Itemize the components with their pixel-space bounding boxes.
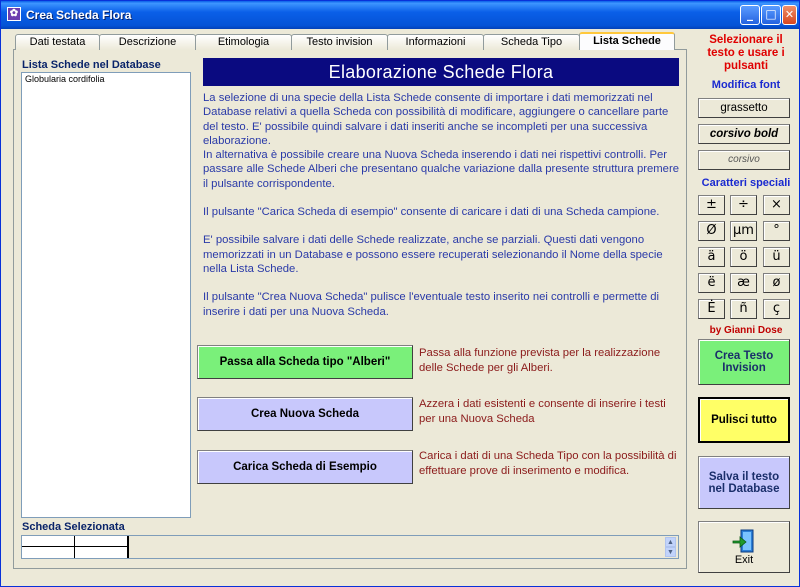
- grid-cell[interactable]: [22, 536, 75, 558]
- char-button-divide[interactable]: ÷: [730, 195, 757, 215]
- grid-scrollbar[interactable]: ▲ ▼: [665, 537, 676, 557]
- clear-all-button[interactable]: Pulisci tutto: [698, 397, 790, 443]
- italic-button[interactable]: corsivo: [698, 150, 790, 170]
- description-text: La selezione di una specie della Lista S…: [203, 91, 681, 333]
- bold-button[interactable]: grassetto: [698, 98, 790, 118]
- exit-door-icon: [732, 529, 754, 553]
- selected-grid[interactable]: ▲ ▼: [21, 535, 679, 559]
- paragraph: E' possibile salvare i dati delle Schede…: [203, 234, 663, 275]
- title-bar[interactable]: ✿ Crea Scheda Flora _ □ ✕: [1, 1, 799, 29]
- char-button-e-umlaut[interactable]: ë: [698, 273, 725, 293]
- create-invision-button[interactable]: Crea Testo Invision: [698, 339, 790, 385]
- save-to-database-button[interactable]: Salva il testo nel Database: [698, 456, 790, 509]
- char-button-micron[interactable]: µm: [730, 221, 757, 241]
- exit-button[interactable]: Exit: [698, 521, 790, 573]
- grid-row-line: [22, 546, 128, 547]
- paragraph: In alternativa è possibile creare una Nu…: [203, 149, 680, 190]
- font-section-label: Modifica font: [711, 79, 781, 91]
- list-label: Lista Schede nel Database: [22, 59, 161, 71]
- maximize-button[interactable]: □: [761, 5, 781, 25]
- list-item[interactable]: Globularia cordifolia: [22, 73, 190, 85]
- char-button-n-tilde[interactable]: ñ: [730, 299, 757, 319]
- char-button-diameter[interactable]: Ø: [698, 221, 725, 241]
- tab-etimologia[interactable]: Etimologia: [195, 34, 292, 50]
- window-title: Crea Scheda Flora: [26, 8, 132, 22]
- new-scheda-button[interactable]: Crea Nuova Scheda: [197, 397, 413, 431]
- bold-italic-button[interactable]: corsivo bold: [698, 124, 790, 144]
- special-chars-label: Caratteri speciali: [701, 177, 791, 189]
- new-scheda-description: Azzera i dati esistenti e consente di in…: [419, 398, 666, 425]
- scroll-down-icon[interactable]: ▼: [665, 547, 676, 557]
- close-button[interactable]: ✕: [782, 5, 797, 25]
- char-button-a-umlaut[interactable]: ä: [698, 247, 725, 267]
- side-instructions: Selezionare il testo e usare i pulsanti: [707, 34, 785, 72]
- author-byline: by Gianni Dose: [709, 325, 783, 336]
- paragraph: La selezione di una specie della Lista S…: [203, 92, 669, 147]
- app-icon: ✿: [7, 7, 21, 21]
- char-button-e-dot[interactable]: Ė: [698, 299, 725, 319]
- tab-strip: Dati testata Descrizione Etimologia Test…: [15, 32, 675, 50]
- page-title: Elaborazione Schede Flora: [203, 58, 679, 86]
- tab-scheda-tipo[interactable]: Scheda Tipo: [483, 34, 580, 50]
- grid-cell[interactable]: [75, 536, 128, 558]
- tab-lista-schede[interactable]: Lista Schede: [579, 32, 675, 50]
- tab-descrizione[interactable]: Descrizione: [99, 34, 196, 50]
- char-button-c-cedilla[interactable]: ç: [763, 299, 790, 319]
- char-button-degree[interactable]: °: [763, 221, 790, 241]
- char-button-plusminus[interactable]: ±: [698, 195, 725, 215]
- load-example-description: Carica i dati di una Scheda Tipo con la …: [419, 450, 677, 477]
- char-button-ae[interactable]: æ: [730, 273, 757, 293]
- tab-testo-invision[interactable]: Testo invision: [291, 34, 388, 50]
- paragraph: Il pulsante "Crea Nuova Scheda" pulisce …: [203, 291, 660, 318]
- alberi-button[interactable]: Passa alla Scheda tipo "Alberi": [197, 345, 413, 379]
- paragraph: Il pulsante "Carica Scheda di esempio" c…: [203, 206, 660, 219]
- selected-label: Scheda Selezionata: [22, 521, 125, 533]
- tab-dati-testata[interactable]: Dati testata: [15, 34, 100, 50]
- app-window: ✿ Crea Scheda Flora _ □ ✕ Dati testata D…: [0, 0, 800, 587]
- char-button-u-umlaut[interactable]: ü: [763, 247, 790, 267]
- tab-informazioni[interactable]: Informazioni: [387, 34, 484, 50]
- char-button-times[interactable]: ×: [763, 195, 790, 215]
- schede-listbox[interactable]: Globularia cordifolia: [21, 72, 191, 518]
- char-button-o-slash[interactable]: ø: [763, 273, 790, 293]
- scroll-up-icon[interactable]: ▲: [665, 537, 676, 547]
- char-button-o-umlaut[interactable]: ö: [730, 247, 757, 267]
- load-example-button[interactable]: Carica Scheda di Esempio: [197, 450, 413, 484]
- exit-label: Exit: [734, 554, 754, 566]
- grid-divider: [128, 536, 129, 558]
- alberi-description: Passa alla funzione prevista per la real…: [419, 347, 661, 374]
- minimize-button[interactable]: _: [740, 5, 760, 25]
